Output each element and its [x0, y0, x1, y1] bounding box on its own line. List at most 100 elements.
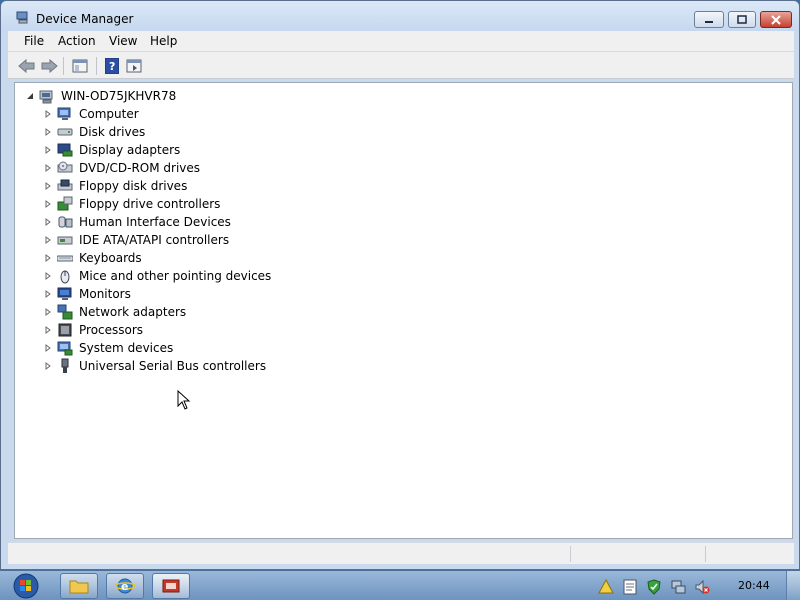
tree-item-label: Mice and other pointing devices	[79, 269, 272, 283]
processor-icon	[57, 322, 73, 338]
tree-item[interactable]: Monitors	[43, 285, 271, 303]
properties-button[interactable]	[124, 57, 144, 75]
help-button[interactable]: ?	[102, 57, 122, 75]
collapse-triangle-icon[interactable]	[25, 91, 35, 101]
internet-explorer-icon: e	[115, 578, 135, 594]
keyboard-icon	[57, 250, 73, 266]
network-adapter-icon	[57, 304, 73, 320]
mouse-icon	[57, 268, 73, 284]
close-icon	[771, 14, 781, 25]
expand-triangle-icon[interactable]	[43, 109, 53, 119]
monitor-icon	[57, 286, 73, 302]
windows-start-icon	[13, 573, 39, 599]
tree-item-label: Floppy disk drives	[79, 179, 188, 193]
status-bar	[8, 542, 794, 564]
document-icon[interactable]	[622, 579, 638, 595]
toolbar-separator	[96, 57, 97, 75]
title-bar[interactable]: Device Manager	[1, 1, 799, 31]
system-devices-icon	[57, 340, 73, 356]
console-tree-icon	[72, 59, 88, 73]
ide-controller-icon	[57, 232, 73, 248]
minimize-button[interactable]	[694, 11, 724, 28]
device-manager-window: Device Manager File Action View Help ? W…	[0, 0, 800, 570]
tree-item[interactable]: Mice and other pointing devices	[43, 267, 271, 285]
tree-item[interactable]: Network adapters	[43, 303, 271, 321]
taskbar-internet-explorer-button[interactable]: e	[106, 573, 144, 599]
show-hide-console-tree-button[interactable]	[70, 57, 90, 75]
display-adapter-icon	[57, 142, 73, 158]
expand-triangle-icon[interactable]	[43, 199, 53, 209]
show-desktop-button[interactable]	[786, 571, 800, 600]
folder-icon	[69, 580, 89, 594]
toolbar-separator	[63, 57, 64, 75]
start-button[interactable]	[6, 572, 46, 600]
tree-item-label: Human Interface Devices	[79, 215, 231, 229]
computer-network-icon	[39, 88, 55, 104]
svg-text:e: e	[121, 580, 128, 593]
taskbar-device-manager-button[interactable]	[152, 573, 190, 599]
expand-triangle-icon[interactable]	[43, 163, 53, 173]
tree-item[interactable]: Display adapters	[43, 141, 271, 159]
expand-triangle-icon[interactable]	[43, 217, 53, 227]
expand-triangle-icon[interactable]	[43, 127, 53, 137]
expand-triangle-icon[interactable]	[43, 253, 53, 263]
expand-triangle-icon[interactable]	[43, 343, 53, 353]
expand-triangle-icon[interactable]	[43, 307, 53, 317]
tree-item[interactable]: Processors	[43, 321, 271, 339]
menu-help[interactable]: Help	[150, 34, 177, 48]
status-segment	[705, 546, 794, 562]
tree-item[interactable]: Computer	[43, 105, 271, 123]
menu-action[interactable]: Action	[58, 34, 96, 48]
back-button[interactable]	[17, 57, 37, 75]
taskbar: e 20:44	[0, 570, 800, 600]
maximize-button[interactable]	[728, 11, 756, 28]
expand-triangle-icon[interactable]	[43, 289, 53, 299]
network-icon[interactable]	[670, 579, 686, 595]
expand-triangle-icon[interactable]	[43, 325, 53, 335]
tree-item-label: IDE ATA/ATAPI controllers	[79, 233, 230, 247]
tree-item[interactable]: Universal Serial Bus controllers	[43, 357, 271, 375]
menu-bar: File Action View Help	[8, 31, 794, 52]
disk-drive-icon	[57, 124, 73, 140]
tree-root-node[interactable]: WIN-OD75JKHVR78	[25, 87, 176, 105]
expand-triangle-icon[interactable]	[43, 235, 53, 245]
expand-triangle-icon[interactable]	[43, 145, 53, 155]
forward-button[interactable]	[39, 57, 59, 75]
tree-item[interactable]: Floppy drive controllers	[43, 195, 271, 213]
tree-item[interactable]: Human Interface Devices	[43, 213, 271, 231]
tree-item-label: Computer	[79, 107, 139, 121]
tree-item-label: Network adapters	[79, 305, 187, 319]
taskbar-explorer-button[interactable]	[60, 573, 98, 599]
back-arrow-icon	[18, 59, 35, 73]
tree-item-label: Keyboards	[79, 251, 142, 265]
menu-file[interactable]: File	[24, 34, 44, 48]
expand-triangle-icon[interactable]	[43, 271, 53, 281]
tree-item-label: System devices	[79, 341, 174, 355]
tree-item[interactable]: Floppy disk drives	[43, 177, 271, 195]
system-tray: 20:44	[560, 571, 800, 600]
mouse-cursor-icon	[177, 389, 191, 413]
toolbar: ?	[8, 52, 794, 79]
clock[interactable]: 20:44	[738, 579, 770, 592]
help-icon: ?	[105, 58, 119, 74]
security-shield-icon[interactable]	[646, 579, 662, 595]
expand-triangle-icon[interactable]	[43, 361, 53, 371]
tree-item[interactable]: DVD/CD-ROM drives	[43, 159, 271, 177]
action-center-icon[interactable]	[598, 579, 614, 595]
tree-item-label: Floppy drive controllers	[79, 197, 221, 211]
tree-item[interactable]: Disk drives	[43, 123, 271, 141]
floppy-drive-icon	[57, 178, 73, 194]
tree-item-label: DVD/CD-ROM drives	[79, 161, 201, 175]
tree-item[interactable]: Keyboards	[43, 249, 271, 267]
menu-view[interactable]: View	[109, 34, 137, 48]
tree-item[interactable]: System devices	[43, 339, 271, 357]
expand-triangle-icon[interactable]	[43, 181, 53, 191]
tree-root-label: WIN-OD75JKHVR78	[61, 89, 177, 103]
volume-muted-icon[interactable]	[694, 579, 710, 595]
close-button[interactable]	[760, 11, 792, 28]
device-category-list: Computer Disk drives Display adapters DVD/C…	[43, 105, 271, 375]
tree-item-label: Display adapters	[79, 143, 181, 157]
usb-icon	[57, 358, 73, 374]
tree-item[interactable]: IDE ATA/ATAPI controllers	[43, 231, 271, 249]
window-title: Device Manager	[36, 12, 134, 26]
